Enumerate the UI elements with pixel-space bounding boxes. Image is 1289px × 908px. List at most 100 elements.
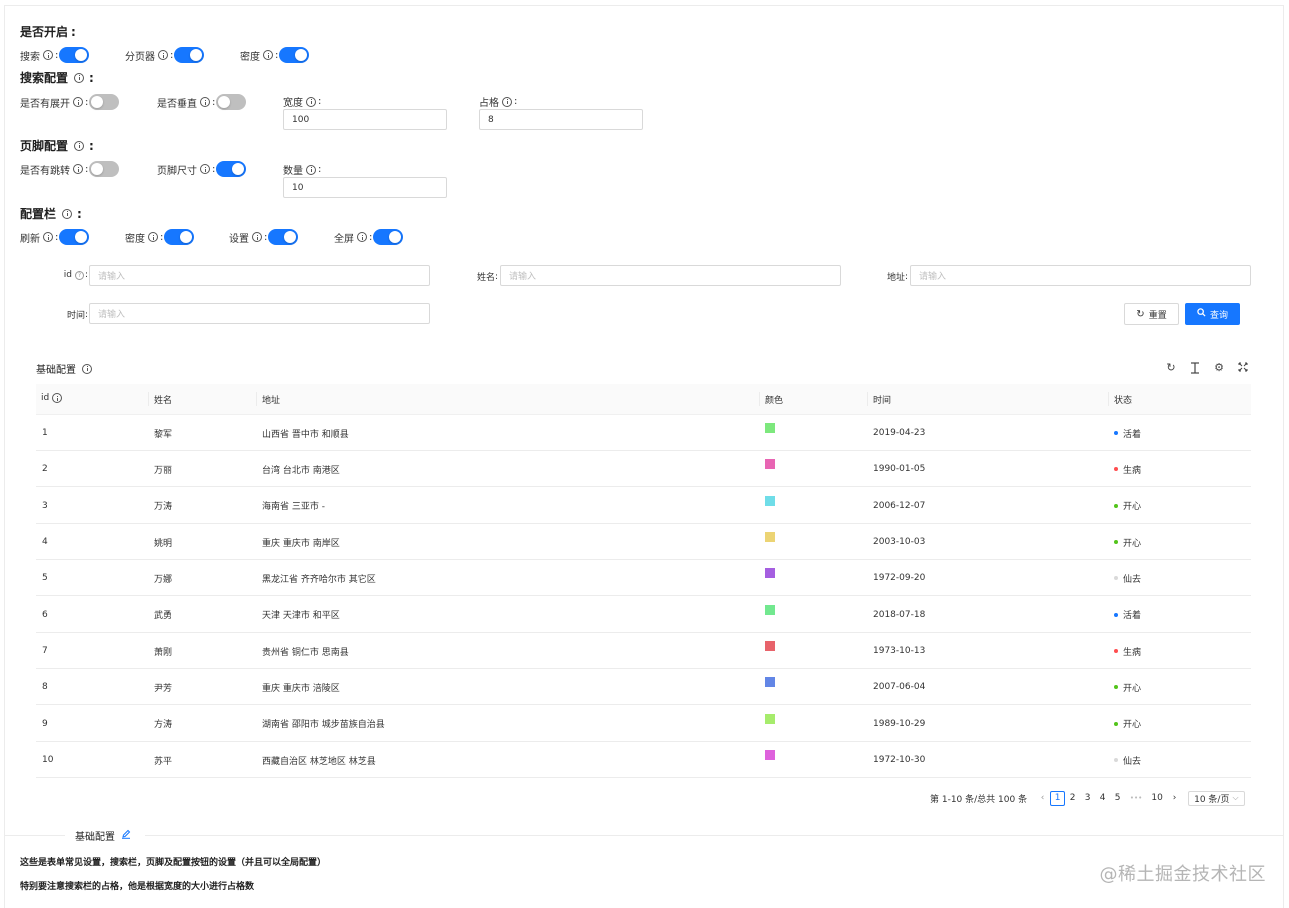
search-name-label: 姓名: [476, 271, 498, 284]
search-id-input[interactable]: 请输入 [89, 265, 430, 286]
cell-name: 苏平 [154, 756, 173, 767]
enable-density-label: 密度 [240, 51, 260, 63]
status-text: 开心 [1123, 538, 1142, 549]
column-header-id: id [41, 393, 64, 403]
search-span-label: 占格 : [479, 96, 518, 109]
enable-density-switch[interactable] [279, 47, 310, 63]
cell-name: 万丽 [154, 465, 173, 476]
info-icon [43, 232, 53, 242]
cell-name: 姚明 [154, 538, 173, 549]
cell-time: 1990-01-05 [873, 464, 926, 475]
cell-id: 5 [42, 573, 48, 584]
search-id-label-text: id [63, 270, 72, 280]
enable-search-switch[interactable] [59, 47, 90, 63]
pagination-summary: 第 1-10 条/总共 100 条 [930, 794, 1028, 805]
search-name-input[interactable]: 请输入 [500, 265, 841, 286]
search-expand-item: 是否有展开 : [20, 94, 120, 110]
color-swatch [765, 677, 775, 688]
color-swatch [765, 641, 775, 652]
toolbar-fullscreen-switch[interactable] [373, 229, 404, 245]
toolbar-settings-switch[interactable] [268, 229, 299, 245]
info-icon [306, 164, 316, 175]
enable-search-label: 搜索 [20, 51, 40, 63]
cell-status: 仙去 [1114, 742, 1141, 778]
info-icon [73, 164, 83, 174]
page-1[interactable]: 1 [1050, 790, 1066, 806]
cell-address: 山西省 晋中市 和顺县 [262, 429, 349, 440]
search-vertical-switch[interactable] [216, 94, 247, 110]
cell-status: 仙去 [1114, 560, 1141, 596]
info-icon [82, 363, 92, 374]
table-header: id 姓名 地址 颜色 时间 状态 [36, 384, 1251, 415]
cell-color [765, 451, 775, 487]
status-text: 生病 [1123, 647, 1142, 658]
footer-jump-switch[interactable] [89, 161, 120, 177]
search-id-placeholder: 请输入 [98, 272, 126, 282]
search-time-label: 时间: [66, 309, 88, 322]
footer-size-switch[interactable] [216, 161, 247, 177]
page-3[interactable]: 3 [1080, 791, 1095, 806]
query-button-label: 查询 [1209, 310, 1228, 321]
column-header-time: 时间 [873, 396, 892, 406]
next-page-icon[interactable]: › [1167, 791, 1182, 806]
table-title: 基础配置 [36, 361, 94, 376]
search-span-input[interactable]: 8 [479, 109, 643, 130]
enable-pager-label: 分页器 [125, 51, 155, 63]
cell-color [765, 706, 775, 742]
page-10[interactable]: 10 [1147, 791, 1167, 806]
footer-count-input[interactable]: 10 [283, 177, 447, 198]
search-time-label-text: 时间 [66, 311, 85, 321]
setting-icon[interactable]: ⚙ [1213, 362, 1225, 374]
page-5[interactable]: 5 [1110, 791, 1125, 806]
info-icon [502, 96, 512, 107]
footer-count-value: 10 [292, 182, 304, 193]
search-icon [1197, 308, 1206, 320]
cell-name: 万涛 [154, 502, 173, 513]
page-4[interactable]: 4 [1095, 791, 1110, 806]
cell-color [765, 669, 775, 705]
cell-id: 4 [42, 537, 48, 548]
info-icon [200, 164, 210, 174]
status-dot [1114, 467, 1118, 472]
page-2[interactable]: 2 [1065, 791, 1080, 806]
cell-address: 海南省 三亚市 - [262, 502, 325, 513]
search-expand-switch[interactable] [89, 94, 120, 110]
page-size-select[interactable]: 10 条/页 ⌵ [1188, 790, 1245, 806]
search-time-input[interactable]: 请输入 [89, 303, 430, 324]
query-button[interactable]: 查询 [1185, 303, 1240, 325]
fullscreen-icon[interactable] [1237, 362, 1249, 374]
divider-right [145, 835, 1283, 836]
page-ellipsis[interactable]: ••• [1125, 791, 1147, 806]
status-text: 活着 [1123, 429, 1142, 440]
cell-color [765, 560, 775, 596]
status-dot [1114, 431, 1118, 435]
cell-time: 1973-10-13 [873, 646, 926, 657]
info-icon [357, 232, 367, 242]
toolbar-density-switch[interactable] [164, 229, 195, 245]
toolbar-refresh-switch[interactable] [59, 229, 90, 245]
reset-button-label: 重置 [1148, 310, 1167, 321]
column-header-color: 颜色 [765, 396, 784, 406]
column-height-icon[interactable] [1189, 362, 1201, 374]
search-width-label: 宽度 : [283, 96, 322, 109]
reset-button[interactable]: ↻ 重置 [1124, 303, 1179, 325]
prev-page-icon[interactable]: ‹ [1035, 791, 1050, 806]
description-title: 基础配置 [75, 828, 131, 843]
chevron-down-icon: ⌵ [1232, 793, 1239, 802]
color-swatch [765, 423, 775, 433]
cell-address: 重庆 重庆市 涪陵区 [262, 683, 340, 694]
edit-icon[interactable] [121, 829, 131, 842]
enable-pager-switch[interactable] [174, 47, 205, 63]
info-icon [263, 50, 273, 60]
search-config-title: 搜索配置 : [20, 70, 94, 86]
cell-color [765, 742, 775, 778]
info-icon [200, 97, 210, 107]
search-width-input[interactable]: 100 [283, 109, 447, 130]
search-span-value: 8 [488, 114, 494, 125]
reload-icon[interactable]: ↻ [1165, 362, 1177, 374]
table-row: 8 尹芳 重庆 重庆市 涪陵区 2007-06-04 开心 [36, 669, 1251, 706]
cell-id: 6 [42, 609, 48, 620]
search-address-input[interactable]: 请输入 [910, 265, 1251, 286]
cell-name: 万娜 [154, 574, 173, 585]
search-width-value: 100 [292, 114, 310, 125]
